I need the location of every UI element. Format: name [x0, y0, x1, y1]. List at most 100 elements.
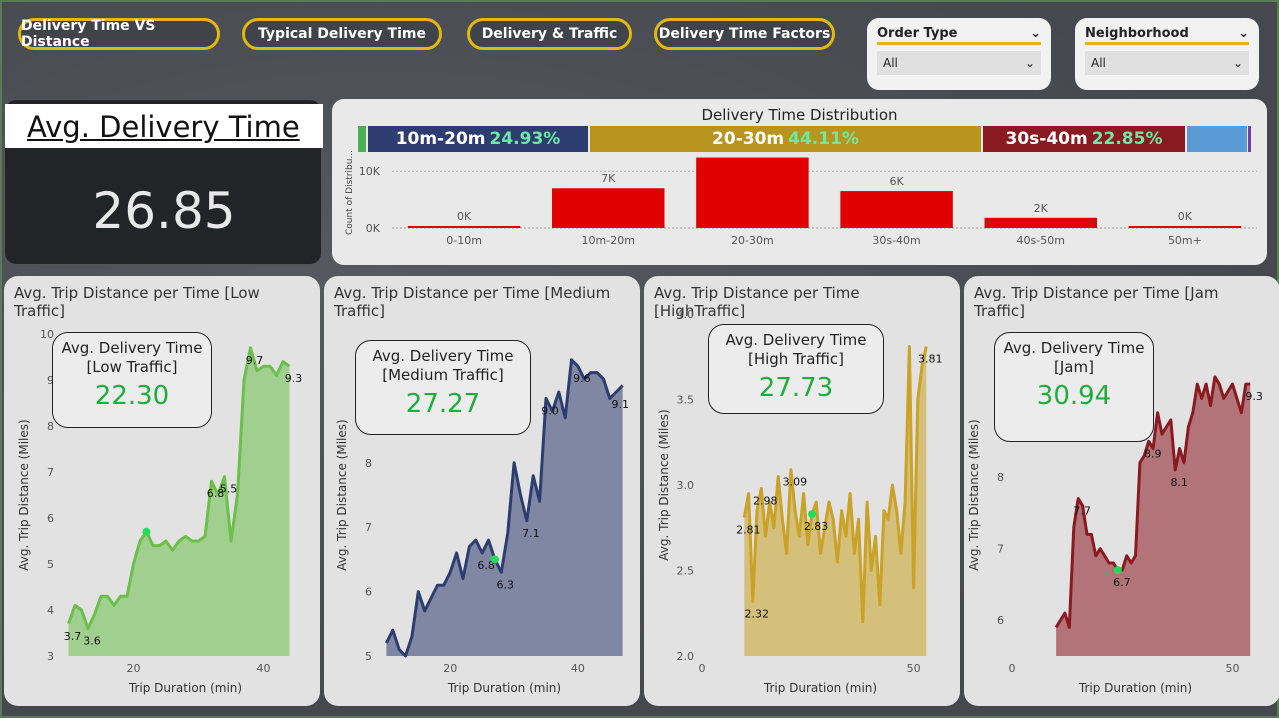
bar [840, 191, 953, 228]
y-tick-label: 7 [365, 521, 372, 534]
high-traffic-callout: Avg. Delivery Time [High Traffic] 27.73 [708, 324, 884, 414]
y-axis-label: Count of Distribu... [345, 150, 355, 235]
nav-delivery-factors-button[interactable]: Delivery Time Factors [654, 18, 835, 50]
y-tick-label: 10 [40, 328, 54, 341]
callout-value: 27.27 [405, 389, 481, 419]
y-tick-label: 2.0 [677, 650, 695, 663]
chevron-down-icon: ⌄ [1232, 56, 1243, 70]
data-label: 6K [889, 175, 904, 188]
data-label: 2.98 [753, 494, 778, 507]
y-tick-label: 8 [997, 471, 1004, 484]
bar [1128, 226, 1242, 228]
x-tick-label: 40 [257, 662, 271, 675]
distribution-title: Delivery Time Distribution [701, 106, 898, 124]
avg-delivery-time-card: Avg. Delivery Time 26.85 [4, 99, 323, 265]
y-tick-label: 3.5 [677, 394, 695, 407]
jam-traffic-panel: Avg. Trip Distance per Time [Jam Traffic… [964, 276, 1279, 706]
dashboard-frame: Delivery Time VS Distance Typical Delive… [0, 0, 1279, 718]
x-tick-label: 10m-20m [582, 234, 635, 247]
highlight-point [1113, 566, 1122, 575]
data-label: 3.7 [64, 630, 82, 643]
kpi-label: Avg. Delivery Time [27, 110, 300, 144]
data-label: 9.3 [285, 372, 303, 385]
callout-label: Avg. Delivery Time [Low Traffic] [61, 339, 203, 376]
band-pct: 44.11% [788, 129, 859, 149]
highlight-point [808, 510, 817, 519]
y-tick-label: 8 [365, 457, 372, 470]
x-axis-label: Trip Duration (min) [128, 681, 242, 695]
callout-label: Avg. Delivery Time [High Traffic] [725, 331, 867, 368]
band-pct: 22.85% [1091, 129, 1163, 149]
neighborhood-value: All [1091, 56, 1106, 70]
data-label: 7K [601, 172, 616, 185]
data-label: 2K [1034, 202, 1049, 215]
data-label: 7.1 [522, 527, 540, 540]
order-type-select[interactable]: All ⌄ [877, 51, 1041, 75]
nav-typical-delivery-button[interactable]: Typical Delivery Time [242, 18, 442, 50]
neighborhood-slicer: Neighborhood ⌄ All ⌄ [1075, 18, 1259, 90]
data-label: 9.3 [1245, 390, 1263, 403]
bar [552, 188, 665, 228]
data-label: 6.7 [1113, 576, 1131, 589]
order-type-slicer: Order Type ⌄ All ⌄ [867, 18, 1051, 90]
bar [407, 226, 521, 228]
neighborhood-label: Neighborhood [1085, 26, 1189, 41]
data-label: 0K [1178, 210, 1193, 223]
x-tick-label: 30s-40m [872, 234, 920, 247]
y-tick-label: 3.0 [677, 479, 695, 492]
callout-value: 30.94 [1036, 381, 1112, 411]
data-label: 3.6 [83, 634, 101, 647]
y-tick-label: 4.0 [677, 308, 695, 321]
highlight-point [490, 555, 499, 564]
callout-label: Avg. Delivery Time [Jam] [1003, 339, 1145, 376]
band-label: 20-30m [712, 129, 785, 149]
x-tick-label: 40 [571, 662, 585, 675]
neighborhood-select[interactable]: All ⌄ [1085, 51, 1249, 75]
y-axis-label: Avg. Trip Distance (Miles) [657, 409, 671, 560]
data-label: 3.09 [783, 476, 808, 489]
y-tick-label: 8 [47, 420, 54, 433]
callout-label: Avg. Delivery Time [Medium Traffic] [372, 347, 514, 384]
y-tick-label: 5 [365, 650, 372, 663]
band-30-40: 30s-40m 22.85% [983, 126, 1185, 152]
data-label: 9.6 [573, 372, 591, 385]
bar [984, 217, 1097, 228]
y-tick-label: 6 [365, 586, 372, 599]
data-label: 2.81 [736, 523, 761, 536]
band-20-30: 20-30m 44.11% [590, 126, 981, 152]
x-tick-label: 50m+ [1168, 234, 1202, 247]
bar [696, 157, 809, 228]
low-traffic-callout: Avg. Delivery Time [Low Traffic] 22.30 [52, 332, 212, 428]
data-label: 9.1 [611, 398, 629, 411]
y-tick-label: 6 [47, 512, 54, 525]
callout-value: 22.30 [94, 381, 170, 411]
chevron-down-icon[interactable]: ⌄ [1238, 26, 1249, 41]
order-type-value: All [883, 56, 898, 70]
data-label: 0K [457, 210, 472, 223]
y-tick-label: 2.5 [677, 565, 695, 578]
chevron-down-icon[interactable]: ⌄ [1030, 26, 1041, 41]
medium-traffic-panel: Avg. Trip Distance per Time [Medium Traf… [324, 276, 640, 706]
band-10-20: 10m-20m 24.93% [368, 126, 588, 152]
data-label: 2.32 [745, 607, 770, 620]
x-tick-label: 0 [1009, 662, 1016, 675]
data-label: 2.83 [804, 520, 829, 533]
kpi-title-bar: Avg. Delivery Time [5, 104, 323, 148]
x-tick-label: 40s-50m [1017, 234, 1065, 247]
delivery-distribution-card: Delivery Time Distribution 10m-20m 24.93… [332, 99, 1267, 265]
y-tick-label: 10K [359, 165, 381, 178]
data-label: 9.0 [541, 404, 559, 417]
low-traffic-panel: Avg. Trip Distance per Time [Low Traffic… [4, 276, 320, 706]
data-label: 6.3 [497, 578, 515, 591]
data-label: 8.1 [1170, 476, 1188, 489]
jam-traffic-callout: Avg. Delivery Time [Jam] 30.94 [994, 332, 1154, 442]
band-blue [1187, 126, 1247, 152]
x-axis-label: Trip Duration (min) [763, 681, 877, 695]
nav-delivery-traffic-button[interactable]: Delivery & Traffic [467, 18, 632, 50]
band-purple [1248, 126, 1251, 152]
band-pct: 24.93% [489, 129, 561, 149]
nav-delivery-vs-distance-button[interactable]: Delivery Time VS Distance [18, 18, 220, 50]
y-axis-label: Avg. Trip Distance (Miles) [17, 419, 31, 570]
x-axis-label: Trip Duration (min) [447, 681, 561, 695]
chevron-down-icon: ⌄ [1024, 56, 1035, 70]
